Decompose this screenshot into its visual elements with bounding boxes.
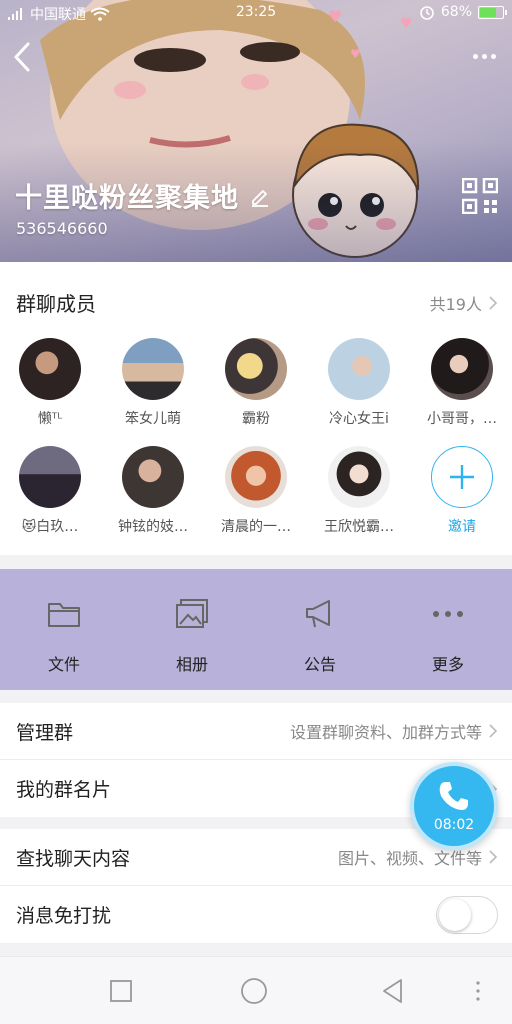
members-section: 群聊成员 共19人 懒ᵀᴸ 笨女儿萌 霸粉 冷心女王i 小哥哥，… 😻白玖… 钟… bbox=[0, 262, 512, 555]
battery-icon bbox=[478, 5, 507, 19]
folder-icon bbox=[47, 597, 81, 631]
member-avatar bbox=[431, 338, 493, 400]
member-avatar bbox=[328, 338, 390, 400]
nav-back-icon[interactable] bbox=[379, 977, 407, 1005]
member-name: 冷心女王i bbox=[329, 411, 389, 427]
my-group-card-title: 我的群名片 bbox=[16, 779, 112, 801]
member-name: 清晨的一… bbox=[221, 519, 291, 535]
mute-toggle[interactable] bbox=[436, 895, 498, 934]
nav-menu-icon[interactable] bbox=[464, 977, 492, 1005]
more-options-icon[interactable] bbox=[466, 44, 502, 68]
system-navigation-bar bbox=[0, 956, 512, 1024]
files-button[interactable]: 文件 bbox=[0, 569, 128, 690]
alarm-icon bbox=[420, 6, 434, 20]
member-avatar bbox=[19, 446, 81, 508]
member-name: 笨女儿萌 bbox=[125, 411, 181, 427]
member-avatar bbox=[328, 446, 390, 508]
search-chat-value: 图片、视频、文件等 bbox=[338, 845, 498, 869]
album-button[interactable]: 相册 bbox=[128, 569, 256, 690]
member-avatar bbox=[225, 446, 287, 508]
member-item[interactable]: 😻白玖… bbox=[0, 446, 100, 536]
invite-member-button[interactable]: 邀请 bbox=[412, 446, 512, 536]
group-actions-bar: 文件 相册 公告 更多 bbox=[0, 569, 512, 690]
megaphone-icon bbox=[303, 597, 337, 631]
member-avatar bbox=[19, 338, 81, 400]
members-title: 群聊成员 bbox=[16, 292, 96, 316]
members-header[interactable]: 群聊成员 共19人 bbox=[16, 288, 498, 317]
search-chat-title: 查找聊天内容 bbox=[16, 847, 131, 870]
group-id: 536546660 bbox=[16, 219, 108, 238]
home-icon[interactable] bbox=[240, 977, 268, 1005]
member-name: 钟铉的妓… bbox=[118, 519, 188, 535]
member-item[interactable]: 清晨的一… bbox=[206, 446, 306, 536]
ongoing-call-bubble[interactable]: 08:02 bbox=[410, 762, 498, 850]
chevron-right-icon bbox=[489, 850, 498, 864]
manage-group-row[interactable]: 管理群 设置群聊资料、加群方式等 bbox=[0, 703, 512, 760]
members-count[interactable]: 共19人 bbox=[430, 291, 498, 315]
status-right: 68% bbox=[419, 4, 507, 20]
members-count-label: 共19人 bbox=[429, 294, 482, 314]
more-actions-button[interactable]: 更多 bbox=[384, 569, 512, 690]
member-name: 霸粉 bbox=[242, 411, 270, 427]
member-avatar bbox=[225, 338, 287, 400]
status-bar: 中国联通 23:25 68% bbox=[0, 0, 512, 28]
manage-group-hint: 设置群聊资料、加群方式等 bbox=[289, 723, 482, 742]
member-name: 懒ᵀᴸ bbox=[37, 411, 63, 427]
recent-apps-icon[interactable] bbox=[107, 977, 135, 1005]
member-name: 王欣悦霸… bbox=[324, 519, 394, 535]
toggle-knob bbox=[439, 898, 471, 931]
member-item[interactable]: 钟铉的妓… bbox=[103, 446, 203, 536]
files-label: 文件 bbox=[47, 655, 80, 674]
chevron-right-icon bbox=[489, 295, 498, 310]
more-dots-icon bbox=[431, 597, 465, 631]
member-item[interactable]: 王欣悦霸… bbox=[309, 446, 409, 536]
back-icon[interactable] bbox=[6, 38, 42, 76]
battery-fill bbox=[480, 7, 497, 17]
member-item[interactable]: 笨女儿萌 bbox=[103, 338, 203, 428]
announcement-label: 公告 bbox=[303, 655, 336, 674]
manage-group-title: 管理群 bbox=[16, 721, 74, 744]
group-title-row: 十里哒粉丝聚集地 bbox=[15, 176, 271, 215]
member-item[interactable]: 小哥哥，… bbox=[412, 338, 512, 428]
announcement-button[interactable]: 公告 bbox=[256, 569, 384, 690]
mute-notifications-row: 消息免打扰 bbox=[0, 886, 512, 943]
member-avatar bbox=[122, 338, 184, 400]
member-item[interactable]: 冷心女王i bbox=[309, 338, 409, 428]
add-icon bbox=[431, 446, 493, 508]
more-actions-label: 更多 bbox=[431, 655, 464, 674]
edit-pencil-icon[interactable] bbox=[249, 185, 271, 207]
group-header: ♥ ♥ ♥ 中国联通 23:25 68% 十里哒粉丝聚集地 536546660 bbox=[0, 0, 512, 262]
battery-percent: 68% bbox=[440, 4, 472, 20]
member-item[interactable]: 霸粉 bbox=[206, 338, 306, 428]
member-name: 小哥哥，… bbox=[427, 411, 497, 427]
group-name: 十里哒粉丝聚集地 bbox=[15, 183, 239, 214]
svg-text:♥: ♥ bbox=[350, 47, 361, 61]
member-name: 😻白玖… bbox=[21, 519, 79, 535]
invite-label: 邀请 bbox=[448, 519, 476, 535]
album-label: 相册 bbox=[175, 655, 208, 674]
phone-icon bbox=[439, 782, 468, 810]
call-duration: 08:02 bbox=[433, 817, 475, 833]
member-avatar bbox=[122, 446, 184, 508]
mute-notifications-title: 消息免打扰 bbox=[16, 905, 112, 927]
album-icon bbox=[175, 597, 209, 631]
member-item[interactable]: 懒ᵀᴸ bbox=[0, 338, 100, 428]
chevron-right-icon bbox=[489, 724, 498, 738]
qr-code-icon[interactable] bbox=[462, 178, 498, 214]
manage-group-value: 设置群聊资料、加群方式等 bbox=[290, 719, 498, 743]
